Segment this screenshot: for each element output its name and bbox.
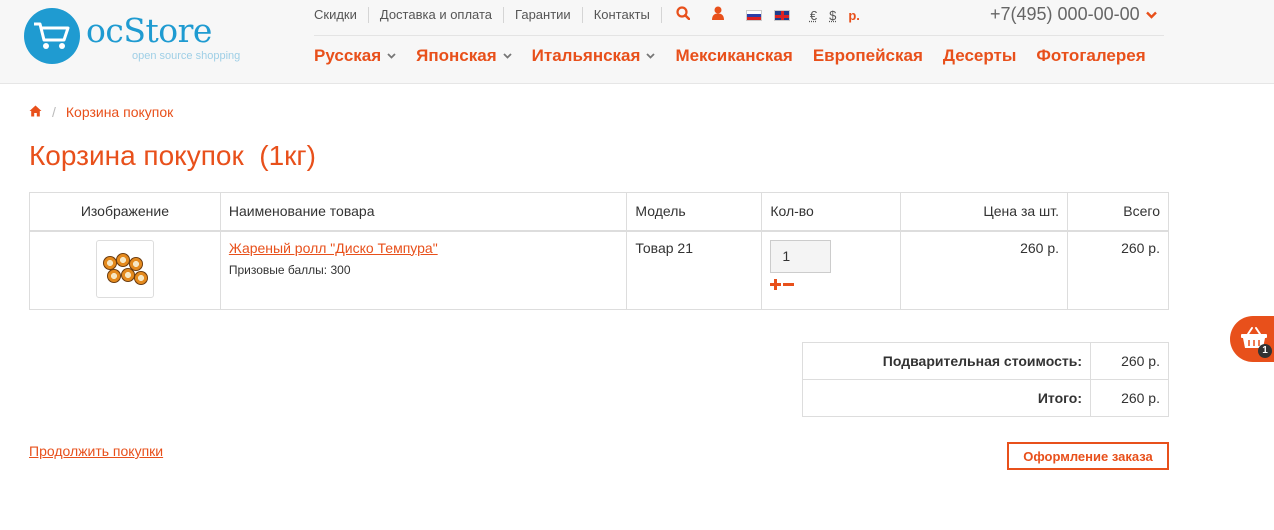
- logo-cart-icon: [24, 8, 80, 64]
- main-nav: Русская Японская Итальянская Мексиканска…: [314, 46, 1166, 66]
- continue-shopping-link[interactable]: Продолжить покупки: [29, 443, 163, 459]
- product-link[interactable]: Жареный ролл "Диско Темпура": [229, 240, 619, 256]
- chevron-down-icon: [387, 51, 396, 62]
- checkout-button[interactable]: Оформление заказа: [1007, 442, 1169, 470]
- total-label: Итого:: [802, 379, 1091, 417]
- col-header-name: Наименование товара: [219, 192, 628, 231]
- cell-total: 260 р.: [1067, 230, 1169, 310]
- top-link-contacts[interactable]: Контакты: [583, 7, 662, 23]
- nav-item-desserts[interactable]: Десерты: [943, 46, 1016, 66]
- nav-item-european[interactable]: Европейская: [813, 46, 923, 66]
- cell-name: Жареный ролл "Диско Темпура" Призовые ба…: [219, 230, 628, 310]
- nav-item-gallery[interactable]: Фотогалерея: [1036, 46, 1145, 66]
- minus-icon[interactable]: [783, 274, 795, 294]
- breadcrumb-current[interactable]: Корзина покупок: [66, 104, 173, 120]
- subtotal-value: 260 р.: [1090, 342, 1169, 380]
- nav-label: Японская: [416, 46, 497, 65]
- nav-item-mexican[interactable]: Мексиканская: [675, 46, 792, 66]
- currency-dollar[interactable]: $: [829, 8, 836, 23]
- russian-flag-icon[interactable]: [745, 9, 762, 21]
- table-row: Жареный ролл "Диско Темпура" Призовые ба…: [29, 230, 1169, 310]
- totals-table: Подварительная стоимость: 260 р. Итого: …: [802, 342, 1169, 417]
- col-header-qty: Кол-во: [761, 192, 902, 231]
- store-logo[interactable]: ocStore open source shopping: [24, 8, 254, 68]
- reward-points: Призовые баллы: 300: [228, 262, 351, 277]
- totals-row-subtotal: Подварительная стоимость: 260 р.: [802, 342, 1169, 380]
- quantity-input[interactable]: 1: [770, 239, 832, 273]
- floating-cart-button[interactable]: 1: [1230, 316, 1274, 362]
- logo-tagline: open source shopping: [132, 50, 241, 62]
- col-header-model: Модель: [626, 192, 763, 231]
- user-icon[interactable]: [711, 6, 724, 24]
- phone-number[interactable]: +7(495) 000-00-00: [990, 4, 1157, 25]
- subtotal-label: Подварительная стоимость:: [802, 342, 1091, 380]
- nav-label: Итальянская: [531, 46, 641, 65]
- cell-qty: 1: [761, 230, 902, 310]
- top-links: Скидки Доставка и оплата Гарантии Контак…: [314, 6, 860, 24]
- cart-table: Изображение Наименование товара Модель К…: [29, 192, 1169, 310]
- plus-icon[interactable]: [770, 274, 782, 294]
- currency-euro[interactable]: €: [810, 8, 817, 23]
- totals-row-total: Итого: 260 р.: [802, 379, 1169, 417]
- top-link-discounts[interactable]: Скидки: [314, 7, 369, 23]
- chevron-down-icon: [646, 51, 656, 62]
- search-icon[interactable]: [676, 6, 691, 24]
- site-header: ocStore open source shopping Скидки Дост…: [0, 0, 1274, 84]
- page-title: Корзина покупок (1кг): [29, 140, 316, 171]
- home-icon[interactable]: [29, 104, 42, 120]
- top-link-guarantees[interactable]: Гарантии: [504, 7, 583, 23]
- product-thumbnail[interactable]: [95, 239, 154, 298]
- cell-model: Товар 21: [626, 230, 763, 310]
- cell-image: [29, 230, 221, 310]
- chevron-down-icon: [503, 51, 512, 62]
- nav-item-russian[interactable]: Русская: [314, 46, 396, 66]
- english-flag-icon[interactable]: [773, 9, 790, 21]
- nav-label: Русская: [314, 46, 382, 65]
- cart-count-badge: 1: [1258, 344, 1272, 358]
- chevron-down-icon[interactable]: [1145, 7, 1157, 22]
- logo-text: ocStore: [86, 11, 212, 50]
- nav-item-italian[interactable]: Итальянская: [532, 46, 656, 66]
- col-header-price: Цена за шт.: [900, 192, 1069, 231]
- quantity-controls: [770, 277, 892, 291]
- nav-item-japanese[interactable]: Японская: [416, 46, 512, 66]
- total-value: 260 р.: [1090, 379, 1169, 417]
- col-header-total: Всего: [1067, 192, 1169, 231]
- col-header-image: Изображение: [29, 192, 221, 231]
- breadcrumb-separator: /: [52, 104, 56, 120]
- top-link-delivery[interactable]: Доставка и оплата: [369, 7, 505, 23]
- cart-header-row: Изображение Наименование товара Модель К…: [29, 192, 1169, 231]
- header-divider: [314, 35, 1164, 36]
- currency-ruble[interactable]: р.: [848, 8, 860, 23]
- breadcrumb: / Корзина покупок: [29, 104, 173, 120]
- phone-text: +7(495) 000-00-00: [990, 4, 1140, 24]
- cell-price: 260 р.: [900, 230, 1069, 310]
